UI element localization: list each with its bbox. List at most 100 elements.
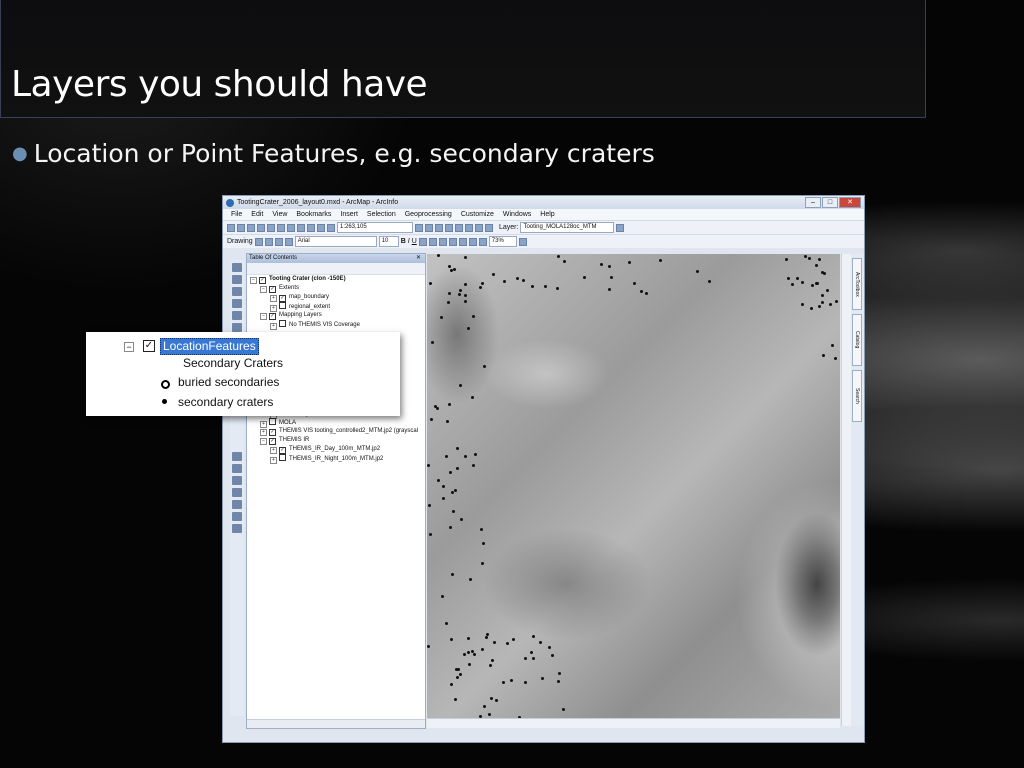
- toc-window-icon[interactable]: [425, 223, 433, 232]
- menu-geoprocessing[interactable]: Geoprocessing: [405, 211, 452, 218]
- font-name-field[interactable]: Arial: [294, 236, 377, 247]
- measure-icon[interactable]: [232, 464, 242, 473]
- menu-edit[interactable]: Edit: [251, 211, 263, 218]
- toc-item[interactable]: + regional_extent: [247, 302, 425, 312]
- menu-customize[interactable]: Customize: [461, 211, 494, 218]
- toc-item[interactable]: + No THEMIS VIS Coverage: [247, 320, 425, 330]
- paste-icon[interactable]: [287, 223, 295, 232]
- search-tab[interactable]: Search: [852, 370, 862, 422]
- pan-icon[interactable]: [232, 287, 242, 296]
- drawing-menu[interactable]: Drawing: [227, 238, 253, 245]
- layer-visibility-checkbox[interactable]: ✓: [143, 340, 155, 352]
- map-point-feature: [453, 268, 456, 271]
- maximize-button[interactable]: □: [822, 197, 838, 208]
- menu-view[interactable]: View: [272, 211, 287, 218]
- effects-icon[interactable]: [616, 223, 625, 232]
- map-point-feature: [818, 258, 821, 261]
- layer-name-selected[interactable]: LocationFeatures: [160, 338, 259, 355]
- layer-dropdown[interactable]: Tooting_MOLA128oc_MTM: [520, 222, 615, 233]
- rotate-icon[interactable]: [264, 237, 273, 246]
- zoom-percent-field[interactable]: 73%: [488, 236, 517, 247]
- map-view[interactable]: [427, 254, 840, 719]
- italic-button[interactable]: I: [408, 238, 410, 245]
- copy-icon[interactable]: [277, 223, 285, 232]
- map-scale-field[interactable]: 1:263,105: [337, 222, 413, 233]
- redo-icon[interactable]: [317, 223, 325, 232]
- toc-item[interactable]: + ✓ THEMIS_IR_Day_100m_MTM.jp2: [247, 445, 425, 454]
- text-tool-icon[interactable]: [284, 237, 293, 246]
- toc-item[interactable]: + ✓ THEMIS VIS tooting_controlled2_MTM.jp2…: [247, 427, 425, 436]
- full-extent-icon[interactable]: [232, 299, 242, 308]
- minimize-button[interactable]: –: [805, 197, 821, 208]
- html-popup-icon[interactable]: [232, 452, 242, 461]
- menu-selection[interactable]: Selection: [367, 211, 396, 218]
- map-point-feature: [816, 282, 819, 285]
- new-icon[interactable]: [227, 223, 235, 232]
- zoom-out-icon[interactable]: [232, 275, 242, 284]
- map-point-feature: [467, 651, 470, 654]
- menu-windows[interactable]: Windows: [503, 211, 531, 218]
- delete-icon[interactable]: [297, 223, 305, 232]
- line-color-icon[interactable]: [438, 237, 447, 246]
- fixed-zoom-out-icon[interactable]: [232, 323, 242, 332]
- goto-xy-icon[interactable]: [232, 500, 242, 509]
- undo-icon[interactable]: [307, 223, 315, 232]
- cut-icon[interactable]: [267, 223, 275, 232]
- search-window-icon[interactable]: [445, 223, 453, 232]
- toc-item[interactable]: − ✓ Extents: [247, 284, 425, 293]
- map-point-feature: [440, 316, 443, 319]
- collapse-icon[interactable]: −: [124, 342, 134, 352]
- find-route-icon[interactable]: [232, 488, 242, 497]
- legend-layer-row[interactable]: − ✓ LocationFeatures: [86, 335, 400, 355]
- zoom-out-page-icon[interactable]: [468, 237, 477, 246]
- toc-item[interactable]: − ✓ Tooting Crater (clon -150E): [247, 275, 425, 284]
- arctoolbox-icon[interactable]: [455, 223, 463, 232]
- toc-horizontal-scrollbar[interactable]: [247, 719, 425, 728]
- select-elements-icon[interactable]: [254, 237, 263, 246]
- map-point-feature: [456, 447, 459, 450]
- font-color-icon[interactable]: [418, 237, 427, 246]
- map-point-feature: [530, 651, 533, 654]
- modelbuilder-icon[interactable]: [475, 223, 483, 232]
- layout-view-icon[interactable]: [518, 237, 527, 246]
- toc-close-icon[interactable]: ✕: [416, 254, 421, 263]
- pan-page-icon[interactable]: [478, 237, 487, 246]
- zoom-in-page-icon[interactable]: [458, 237, 467, 246]
- catalog-window-icon[interactable]: [435, 223, 443, 232]
- menu-help[interactable]: Help: [540, 211, 554, 218]
- toc-item[interactable]: + THEMIS_IR_Night_100m_MTM.jp2: [247, 454, 425, 464]
- print-icon[interactable]: [257, 223, 265, 232]
- python-icon[interactable]: [465, 223, 473, 232]
- help-icon[interactable]: [485, 223, 493, 232]
- map-point-feature: [456, 467, 459, 470]
- fixed-zoom-in-icon[interactable]: [232, 311, 242, 320]
- toc-item[interactable]: − ✓ THEMIS IR: [247, 436, 425, 445]
- bold-button[interactable]: B: [401, 238, 406, 245]
- menu-file[interactable]: File: [231, 211, 242, 218]
- catalog-tab[interactable]: Catalog: [852, 314, 862, 366]
- toc-item[interactable]: − ✓ Mapping Layers: [247, 311, 425, 320]
- close-button[interactable]: ✕: [839, 197, 861, 208]
- legend-class-label: buried secondaries: [178, 375, 280, 389]
- toc-item[interactable]: + MOLA: [247, 418, 425, 428]
- arctoolbox-tab[interactable]: ArcToolbox: [852, 258, 862, 310]
- toc-item[interactable]: + ✓ map_boundary: [247, 293, 425, 302]
- map-point-feature: [488, 713, 491, 716]
- add-data-icon[interactable]: [327, 223, 335, 232]
- rectangle-icon[interactable]: [274, 237, 283, 246]
- find-icon[interactable]: [232, 476, 242, 485]
- font-size-field[interactable]: 10: [378, 236, 399, 247]
- map-vertical-scrollbar[interactable]: [841, 254, 851, 726]
- fill-color-icon[interactable]: [428, 237, 437, 246]
- menu-insert[interactable]: Insert: [340, 211, 358, 218]
- marker-color-icon[interactable]: [448, 237, 457, 246]
- save-icon[interactable]: [247, 223, 255, 232]
- menu-bookmarks[interactable]: Bookmarks: [296, 211, 331, 218]
- editor-icon[interactable]: [415, 223, 423, 232]
- time-slider-icon[interactable]: [232, 512, 242, 521]
- zoom-in-icon[interactable]: [232, 263, 242, 272]
- underline-button[interactable]: U: [412, 238, 417, 245]
- map-point-feature: [458, 293, 461, 296]
- viewer-icon[interactable]: [232, 524, 242, 533]
- open-icon[interactable]: [237, 223, 245, 232]
